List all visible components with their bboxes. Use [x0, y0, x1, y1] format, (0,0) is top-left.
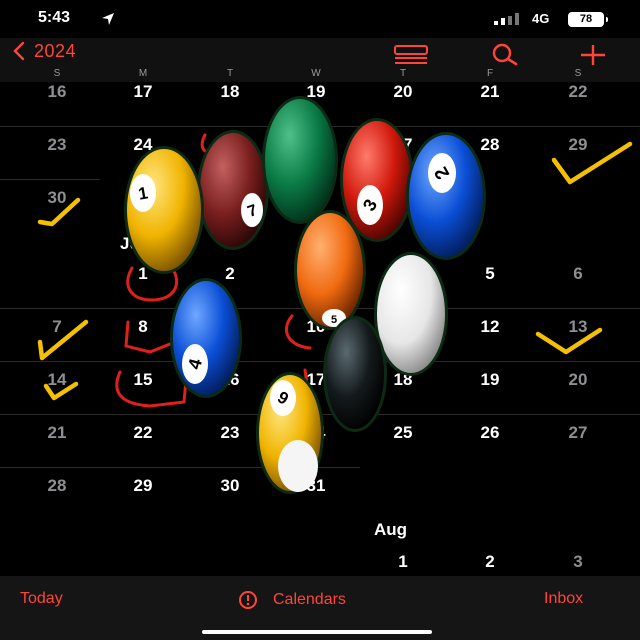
day-cell[interactable]: 30: [17, 188, 97, 208]
weekday-label: T: [399, 68, 407, 79]
day-cell[interactable]: 23: [17, 135, 97, 155]
day-cell[interactable]: 5: [450, 264, 530, 284]
day-cell[interactable]: 14: [17, 370, 97, 390]
back-label: 2024: [34, 40, 77, 61]
day-cell[interactable]: 15: [103, 370, 183, 390]
day-cell[interactable]: 29: [103, 476, 183, 496]
weekday-label: M: [138, 68, 148, 79]
row-divider: [0, 179, 100, 180]
day-cell[interactable]: 31: [276, 476, 356, 496]
day-cell[interactable]: 25: [190, 135, 270, 155]
day-cell[interactable]: 24: [276, 423, 356, 443]
day-cell[interactable]: 13: [538, 317, 618, 337]
battery-icon: 78: [568, 12, 608, 27]
day-cell[interactable]: 2: [450, 552, 530, 572]
row-divider: [0, 126, 640, 127]
day-cell[interactable]: 28: [17, 476, 97, 496]
chevron-left-icon: [13, 41, 25, 61]
day-cell[interactable]: 30: [190, 476, 270, 496]
day-cell[interactable]: 21: [17, 423, 97, 443]
day-cell[interactable]: 7: [17, 317, 97, 337]
calendars-label: Calendars: [273, 591, 346, 608]
day-cell[interactable]: 27: [538, 423, 618, 443]
day-cell[interactable]: 31: [103, 188, 183, 208]
day-cell[interactable]: 22: [538, 82, 618, 102]
day-cell[interactable]: 26: [276, 135, 356, 155]
location-arrow-icon: [102, 13, 114, 25]
status-bar: 5:43 4G 78: [0, 0, 640, 38]
day-cell[interactable]: 27: [363, 135, 443, 155]
list-view-icon[interactable]: [393, 42, 429, 68]
today-button[interactable]: Today: [20, 590, 63, 608]
day-cell[interactable]: 3: [276, 264, 356, 284]
day-cell[interactable]: 22: [103, 423, 183, 443]
calendars-button[interactable]: Calendars: [235, 590, 346, 610]
day-cell[interactable]: 3: [538, 552, 618, 572]
month-label-july: Jul: [120, 234, 145, 253]
day-cell[interactable]: 11: [363, 317, 443, 337]
alert-circle-icon: [239, 591, 257, 609]
signal-bars-icon: [494, 13, 519, 25]
day-cell[interactable]: 24: [103, 135, 183, 155]
day-cell[interactable]: 21: [450, 82, 530, 102]
network-type: 4G: [532, 11, 550, 26]
weekday-label: T: [226, 68, 234, 79]
day-cell[interactable]: 8: [103, 317, 183, 337]
day-cell[interactable]: 19: [276, 82, 356, 102]
battery-level: 78: [579, 13, 593, 25]
day-cell[interactable]: 20: [363, 82, 443, 102]
day-cell[interactable]: 17: [103, 82, 183, 102]
day-cell[interactable]: 18: [363, 370, 443, 390]
day-cell[interactable]: 17: [276, 370, 356, 390]
day-cell[interactable]: 12: [450, 317, 530, 337]
day-cell[interactable]: 16: [190, 370, 270, 390]
inbox-button[interactable]: Inbox: [544, 590, 583, 608]
back-to-year-button[interactable]: 2024: [6, 40, 76, 62]
day-cell[interactable]: 9: [190, 317, 270, 337]
day-cell[interactable]: 29: [538, 135, 618, 155]
row-divider: [0, 361, 640, 362]
search-icon[interactable]: [486, 42, 522, 68]
home-indicator: [202, 630, 432, 634]
day-cell[interactable]: 26: [450, 423, 530, 443]
row-divider: [0, 414, 640, 415]
day-cell[interactable]: 2: [190, 264, 270, 284]
day-cell[interactable]: 19: [450, 370, 530, 390]
weekday-label: W: [311, 68, 321, 79]
day-cell[interactable]: 16: [17, 82, 97, 102]
month-label-august: Aug: [374, 520, 408, 539]
day-cell[interactable]: 1: [363, 552, 443, 572]
row-divider: [0, 467, 360, 468]
day-cell[interactable]: 28: [450, 135, 530, 155]
day-cell[interactable]: 18: [190, 82, 270, 102]
weekday-label: S: [53, 68, 61, 79]
weekday-header: S M T W T F S: [0, 66, 640, 82]
row-divider: [0, 308, 640, 309]
weekday-label: S: [574, 68, 582, 79]
day-cell[interactable]: 10: [276, 317, 356, 337]
weekday-label: F: [486, 68, 494, 79]
day-cell[interactable]: 25: [363, 423, 443, 443]
day-cell[interactable]: 1: [103, 264, 183, 284]
month-grid: 16 17 18 19 20 21 22 23 24 25 26 27 28 2…: [0, 82, 640, 576]
status-time: 5:43: [38, 9, 71, 26]
day-cell[interactable]: 6: [538, 264, 618, 284]
day-cell[interactable]: 20: [538, 370, 618, 390]
day-cell[interactable]: 23: [190, 423, 270, 443]
day-cell[interactable]: 4: [363, 264, 443, 284]
add-icon[interactable]: [578, 42, 608, 68]
